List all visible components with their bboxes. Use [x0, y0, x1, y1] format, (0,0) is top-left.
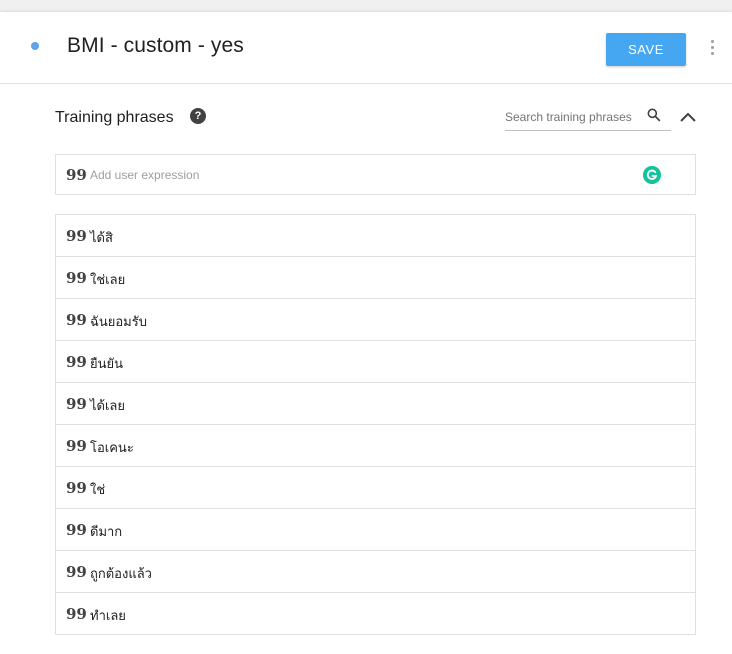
training-phrase-text[interactable]: โอเคนะ [90, 437, 134, 458]
training-phrase-text[interactable]: ใช่ [90, 479, 105, 500]
quote-icon: 99 [66, 437, 87, 455]
intent-editor-card: BMI - custom - yes SAVE Training phrases… [0, 12, 732, 654]
training-phrase-row[interactable]: 99 โอเคนะ [56, 425, 695, 467]
training-phrase-row[interactable]: 99 ถูกต้องแล้ว [56, 551, 695, 593]
training-phrase-text[interactable]: ได้เลย [90, 395, 125, 416]
quote-icon: 99 [66, 311, 87, 329]
search-field [505, 106, 671, 131]
help-icon[interactable]: ? [190, 108, 206, 124]
quote-icon: 99 [66, 269, 87, 287]
training-phrase-row[interactable]: 99 ทำเลย [56, 593, 695, 635]
training-phrase-row[interactable]: 99 ยืนยัน [56, 341, 695, 383]
quote-icon: 99 [66, 479, 87, 497]
intent-header: BMI - custom - yes SAVE [0, 12, 732, 84]
training-phrase-row[interactable]: 99 ใช่เลย [56, 257, 695, 299]
chevron-up-icon[interactable] [679, 111, 697, 123]
status-dot [31, 42, 39, 50]
training-phrase-row[interactable]: 99 ได้เลย [56, 383, 695, 425]
training-phrase-row[interactable]: 99 ใช่ [56, 467, 695, 509]
quote-icon: 99 [66, 395, 87, 413]
training-phrase-row[interactable]: 99 ได้สิ [56, 215, 695, 257]
training-phrase-text[interactable]: ฉันยอมรับ [90, 311, 147, 332]
more-vert-icon[interactable] [709, 40, 715, 58]
training-phrase-row[interactable]: 99 ฉันยอมรับ [56, 299, 695, 341]
save-button[interactable]: SAVE [606, 33, 686, 66]
quote-icon: 99 [66, 605, 87, 623]
training-phrase-text[interactable]: ยืนยัน [90, 353, 123, 374]
quote-icon: 99 [66, 166, 87, 184]
quote-icon: 99 [66, 563, 87, 581]
grammarly-icon[interactable] [643, 166, 661, 184]
quote-icon: 99 [66, 227, 87, 245]
training-phrase-text[interactable]: ถูกต้องแล้ว [90, 563, 152, 584]
search-input[interactable] [505, 108, 641, 126]
add-expression-input[interactable] [90, 166, 590, 184]
training-phrase-list: 99 ได้สิ 99 ใช่เลย 99 ฉันยอมรับ 99 ยืนยัน 99 ได้เ… [55, 214, 696, 635]
quote-icon: 99 [66, 353, 87, 371]
training-phrase-text[interactable]: ใช่เลย [90, 269, 125, 290]
training-phrases-title: Training phrases [55, 109, 174, 126]
quote-icon: 99 [66, 521, 87, 539]
add-expression-box: 99 [55, 154, 696, 195]
training-phrase-text[interactable]: ดีมาก [90, 521, 122, 542]
training-phrase-text[interactable]: ได้สิ [90, 227, 113, 248]
training-phrase-row[interactable]: 99 ดีมาก [56, 509, 695, 551]
intent-title: BMI - custom - yes [67, 34, 244, 57]
search-icon[interactable] [646, 107, 662, 123]
training-phrase-text[interactable]: ทำเลย [90, 605, 126, 626]
